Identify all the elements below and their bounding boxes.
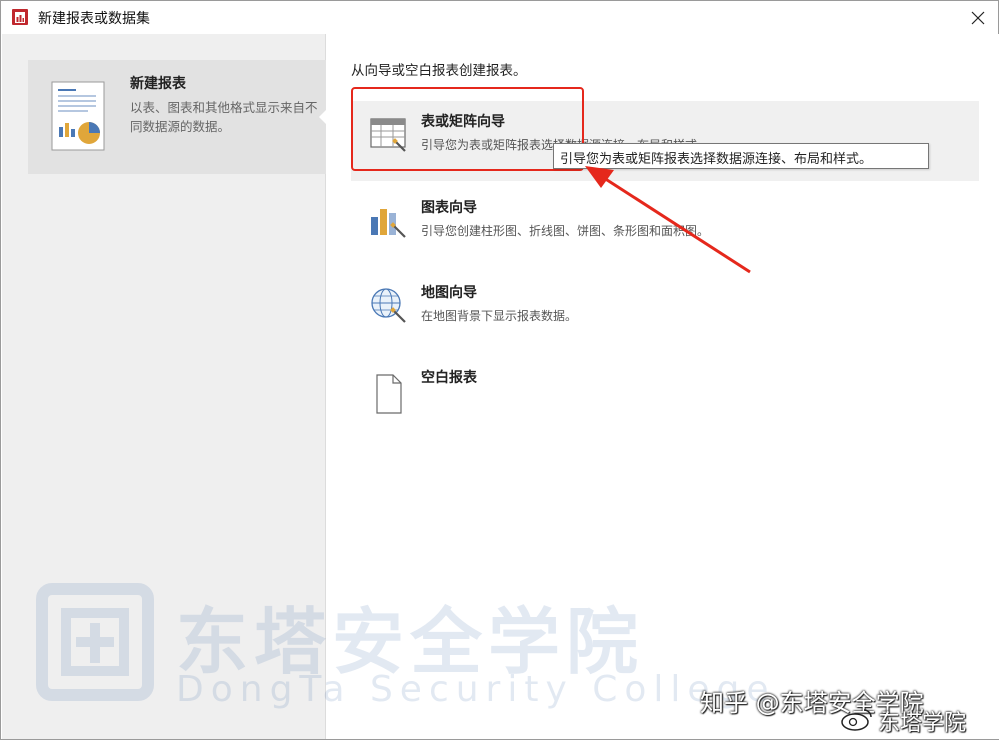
weibo-credit-text: 东塔学院	[878, 711, 967, 736]
report-document-icon	[51, 81, 105, 151]
sidebar-item-description: 以表、图表和其他格式显示来自不同数据源的数据。	[130, 100, 318, 134]
blank-report-icon	[376, 374, 402, 414]
option-map-wizard[interactable]: 地图向导 在地图背景下显示报表数据。	[351, 272, 979, 352]
option-description: 在地图背景下显示报表数据。	[421, 309, 578, 323]
selection-pointer	[319, 109, 327, 125]
option-title: 表或矩阵向导	[421, 114, 505, 130]
tooltip: 引导您为表或矩阵报表选择数据源连接、布局和样式。	[553, 143, 929, 169]
dialog-window: 新建报表或数据集 新建报表 以表、图表和其他格式显示来自不同数据源的数据。 从向…	[0, 0, 999, 740]
option-description: 引导您创建柱形图、折线图、饼图、条形图和面积图。	[421, 224, 710, 238]
main-heading: 从向导或空白报表创建报表。	[351, 63, 527, 79]
title-bar: 新建报表或数据集	[1, 1, 998, 34]
close-button[interactable]	[958, 1, 998, 34]
chart-wizard-icon	[371, 209, 406, 238]
sidebar: 新建报表 以表、图表和其他格式显示来自不同数据源的数据。	[2, 34, 327, 739]
option-blank-report[interactable]: 空白报表	[351, 357, 979, 437]
weibo-icon	[841, 709, 872, 731]
option-chart-wizard[interactable]: 图表向导 引导您创建柱形图、折线图、饼图、条形图和面积图。	[351, 187, 979, 267]
report-builder-app-icon	[12, 9, 28, 25]
close-icon	[971, 11, 985, 24]
option-title: 图表向导	[421, 200, 477, 216]
map-wizard-icon	[371, 288, 406, 323]
option-title: 空白报表	[421, 370, 477, 386]
table-wizard-icon	[370, 118, 406, 152]
sidebar-item-title: 新建报表	[130, 76, 186, 92]
window-title: 新建报表或数据集	[38, 11, 150, 27]
option-table-matrix-wizard[interactable]: 表或矩阵向导 引导您为表或矩阵报表选择数据源连接、布局和样式。	[351, 101, 979, 181]
sidebar-item-new-report[interactable]: 新建报表 以表、图表和其他格式显示来自不同数据源的数据。	[28, 60, 327, 174]
main-panel: 从向导或空白报表创建报表。 表或矩阵向导 引导您为表或矩阵报表选择数据源连接、布…	[327, 34, 999, 739]
option-title: 地图向导	[421, 285, 477, 301]
